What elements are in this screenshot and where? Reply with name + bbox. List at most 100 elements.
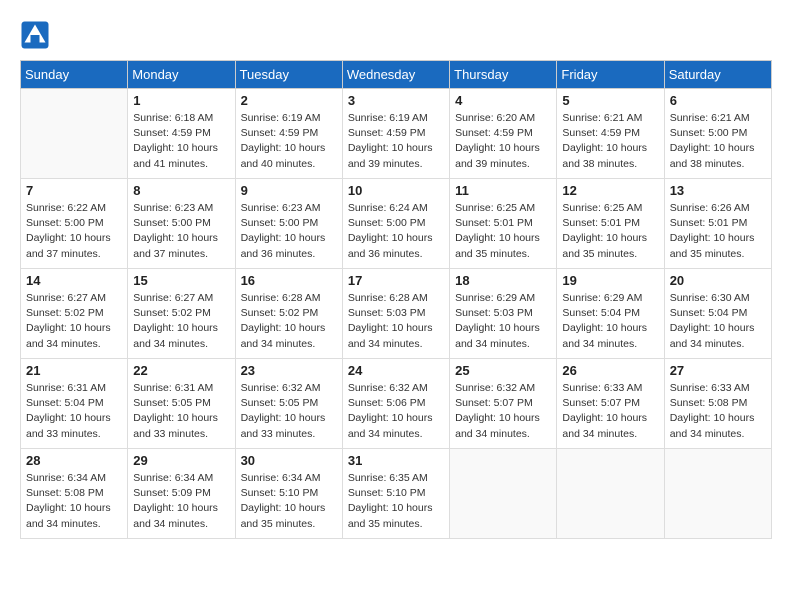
day-number: 17: [348, 273, 444, 288]
day-cell: 26Sunrise: 6:33 AMSunset: 5:07 PMDayligh…: [557, 359, 664, 449]
day-cell: [450, 449, 557, 539]
day-cell: 21 Sunrise: 6:31 AMSunset: 5:04 PMDayligh…: [21, 359, 128, 449]
day-number: 9: [241, 183, 337, 198]
day-info: Sunrise: 6:28 AMSunset: 5:02 PMDaylight:…: [241, 291, 337, 352]
day-cell: 5 Sunrise: 6:21 AMSunset: 4:59 PMDaylight…: [557, 89, 664, 179]
day-info: Sunrise: 6:33 AMSunset: 5:08 PMDaylight:…: [670, 381, 766, 442]
day-cell: 1 Sunrise: 6:18 AMSunset: 4:59 PMDaylight…: [128, 89, 235, 179]
day-cell: [664, 449, 771, 539]
day-number: 19: [562, 273, 658, 288]
col-header-wednesday: Wednesday: [342, 61, 449, 89]
day-number: 29: [133, 453, 229, 468]
day-cell: 22 Sunrise: 6:31 AMSunset: 5:05 PMDayligh…: [128, 359, 235, 449]
day-number: 28: [26, 453, 122, 468]
week-row-5: 28 Sunrise: 6:34 AMSunset: 5:08 PMDayligh…: [21, 449, 772, 539]
day-number: 4: [455, 93, 551, 108]
day-number: 18: [455, 273, 551, 288]
week-row-4: 21 Sunrise: 6:31 AMSunset: 5:04 PMDayligh…: [21, 359, 772, 449]
day-cell: 30 Sunrise: 6:34 AMSunset: 5:10 PMDayligh…: [235, 449, 342, 539]
day-info: Sunrise: 6:25 AMSunset: 5:01 PMDaylight:…: [562, 201, 658, 262]
day-number: 5: [562, 93, 658, 108]
day-number: 13: [670, 183, 766, 198]
week-row-1: 1 Sunrise: 6:18 AMSunset: 4:59 PMDaylight…: [21, 89, 772, 179]
day-number: 22: [133, 363, 229, 378]
day-number: 16: [241, 273, 337, 288]
day-number: 31: [348, 453, 444, 468]
col-header-tuesday: Tuesday: [235, 61, 342, 89]
day-info: Sunrise: 6:19 AMSunset: 4:59 PMDaylight:…: [241, 111, 337, 172]
logo-icon: [20, 20, 50, 50]
day-cell: 29Sunrise: 6:34 AMSunset: 5:09 PMDayligh…: [128, 449, 235, 539]
day-number: 2: [241, 93, 337, 108]
day-number: 21: [26, 363, 122, 378]
day-cell: 25Sunrise: 6:32 AMSunset: 5:07 PMDayligh…: [450, 359, 557, 449]
day-cell: 9 Sunrise: 6:23 AMSunset: 5:00 PMDaylight…: [235, 179, 342, 269]
day-cell: 27 Sunrise: 6:33 AMSunset: 5:08 PMDayligh…: [664, 359, 771, 449]
day-cell: 8 Sunrise: 6:23 AMSunset: 5:00 PMDaylight…: [128, 179, 235, 269]
day-info: Sunrise: 6:23 AMSunset: 5:00 PMDaylight:…: [133, 201, 229, 262]
day-cell: 6 Sunrise: 6:21 AMSunset: 5:00 PMDaylight…: [664, 89, 771, 179]
day-info: Sunrise: 6:20 AMSunset: 4:59 PMDaylight:…: [455, 111, 551, 172]
day-info: Sunrise: 6:18 AMSunset: 4:59 PMDaylight:…: [133, 111, 229, 172]
day-number: 8: [133, 183, 229, 198]
day-cell: 15Sunrise: 6:27 AMSunset: 5:02 PMDayligh…: [128, 269, 235, 359]
day-info: Sunrise: 6:21 AMSunset: 5:00 PMDaylight:…: [670, 111, 766, 172]
day-info: Sunrise: 6:25 AMSunset: 5:01 PMDaylight:…: [455, 201, 551, 262]
day-cell: 14 Sunrise: 6:27 AMSunset: 5:02 PMDayligh…: [21, 269, 128, 359]
day-cell: 10 Sunrise: 6:24 AMSunset: 5:00 PMDayligh…: [342, 179, 449, 269]
day-number: 11: [455, 183, 551, 198]
day-info: Sunrise: 6:31 AMSunset: 5:05 PMDaylight:…: [133, 381, 229, 442]
day-info: Sunrise: 6:32 AMSunset: 5:07 PMDaylight:…: [455, 381, 551, 442]
day-number: 10: [348, 183, 444, 198]
day-number: 20: [670, 273, 766, 288]
day-number: 7: [26, 183, 122, 198]
day-cell: 17Sunrise: 6:28 AMSunset: 5:03 PMDayligh…: [342, 269, 449, 359]
day-info: Sunrise: 6:29 AMSunset: 5:04 PMDaylight:…: [562, 291, 658, 352]
day-cell: 23 Sunrise: 6:32 AMSunset: 5:05 PMDayligh…: [235, 359, 342, 449]
day-info: Sunrise: 6:23 AMSunset: 5:00 PMDaylight:…: [241, 201, 337, 262]
week-row-3: 14 Sunrise: 6:27 AMSunset: 5:02 PMDayligh…: [21, 269, 772, 359]
col-header-sunday: Sunday: [21, 61, 128, 89]
day-cell: 3Sunrise: 6:19 AMSunset: 4:59 PMDaylight…: [342, 89, 449, 179]
day-info: Sunrise: 6:29 AMSunset: 5:03 PMDaylight:…: [455, 291, 551, 352]
day-info: Sunrise: 6:31 AMSunset: 5:04 PMDaylight:…: [26, 381, 122, 442]
day-cell: 19 Sunrise: 6:29 AMSunset: 5:04 PMDayligh…: [557, 269, 664, 359]
day-number: 24: [348, 363, 444, 378]
calendar: SundayMondayTuesdayWednesdayThursdayFrid…: [20, 60, 772, 539]
day-info: Sunrise: 6:34 AMSunset: 5:08 PMDaylight:…: [26, 471, 122, 532]
day-number: 26: [562, 363, 658, 378]
col-header-monday: Monday: [128, 61, 235, 89]
day-info: Sunrise: 6:21 AMSunset: 4:59 PMDaylight:…: [562, 111, 658, 172]
day-cell: 4 Sunrise: 6:20 AMSunset: 4:59 PMDaylight…: [450, 89, 557, 179]
day-cell: 13 Sunrise: 6:26 AMSunset: 5:01 PMDayligh…: [664, 179, 771, 269]
col-header-friday: Friday: [557, 61, 664, 89]
day-number: 27: [670, 363, 766, 378]
day-cell: 24 Sunrise: 6:32 AMSunset: 5:06 PMDayligh…: [342, 359, 449, 449]
day-info: Sunrise: 6:24 AMSunset: 5:00 PMDaylight:…: [348, 201, 444, 262]
day-cell: [557, 449, 664, 539]
day-number: 3: [348, 93, 444, 108]
day-cell: 16 Sunrise: 6:28 AMSunset: 5:02 PMDayligh…: [235, 269, 342, 359]
day-cell: 7 Sunrise: 6:22 AMSunset: 5:00 PMDaylight…: [21, 179, 128, 269]
day-info: Sunrise: 6:26 AMSunset: 5:01 PMDaylight:…: [670, 201, 766, 262]
page-header: [20, 20, 772, 50]
day-cell: 18 Sunrise: 6:29 AMSunset: 5:03 PMDayligh…: [450, 269, 557, 359]
day-number: 1: [133, 93, 229, 108]
col-header-thursday: Thursday: [450, 61, 557, 89]
day-number: 23: [241, 363, 337, 378]
day-number: 6: [670, 93, 766, 108]
day-info: Sunrise: 6:35 AMSunset: 5:10 PMDaylight:…: [348, 471, 444, 532]
day-cell: [21, 89, 128, 179]
day-number: 30: [241, 453, 337, 468]
day-info: Sunrise: 6:30 AMSunset: 5:04 PMDaylight:…: [670, 291, 766, 352]
day-cell: 31 Sunrise: 6:35 AMSunset: 5:10 PMDayligh…: [342, 449, 449, 539]
day-info: Sunrise: 6:22 AMSunset: 5:00 PMDaylight:…: [26, 201, 122, 262]
week-row-2: 7 Sunrise: 6:22 AMSunset: 5:00 PMDaylight…: [21, 179, 772, 269]
day-number: 14: [26, 273, 122, 288]
day-info: Sunrise: 6:32 AMSunset: 5:05 PMDaylight:…: [241, 381, 337, 442]
day-number: 15: [133, 273, 229, 288]
day-info: Sunrise: 6:34 AMSunset: 5:10 PMDaylight:…: [241, 471, 337, 532]
day-info: Sunrise: 6:32 AMSunset: 5:06 PMDaylight:…: [348, 381, 444, 442]
day-cell: 11 Sunrise: 6:25 AMSunset: 5:01 PMDayligh…: [450, 179, 557, 269]
day-info: Sunrise: 6:27 AMSunset: 5:02 PMDaylight:…: [26, 291, 122, 352]
